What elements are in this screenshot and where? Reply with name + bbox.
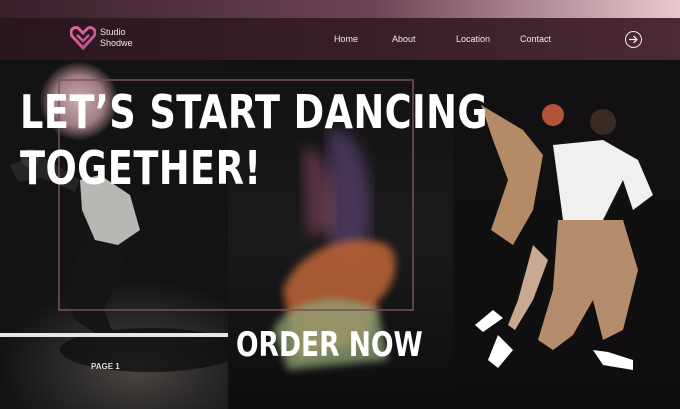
nav-home[interactable]: Home [334, 34, 358, 44]
nav-about[interactable]: About [392, 34, 416, 44]
top-gradient-strip [0, 0, 680, 18]
brand-line-1: Studio [100, 27, 126, 37]
arrow-right-button[interactable] [625, 31, 642, 48]
order-now-button[interactable]: ORDER NOW [236, 325, 423, 365]
hero-headline: LET’S START DANCING TOGETHER! [20, 84, 488, 196]
nav-contact[interactable]: Contact [520, 34, 551, 44]
brand-name[interactable]: Studio Shodwe [100, 27, 160, 49]
heart-logo-icon[interactable] [70, 26, 96, 50]
navbar: Studio Shodwe Home About Location Contac… [0, 18, 680, 60]
divider-line [0, 333, 228, 337]
brand-line-2: Shodwe [100, 38, 133, 48]
headline-line-1: LET’S START DANCING [20, 85, 488, 139]
headline-line-2: TOGETHER! [20, 141, 262, 195]
arrow-right-icon [628, 35, 638, 44]
nav-location[interactable]: Location [456, 34, 490, 44]
page-label: PAGE 1 [91, 362, 120, 371]
